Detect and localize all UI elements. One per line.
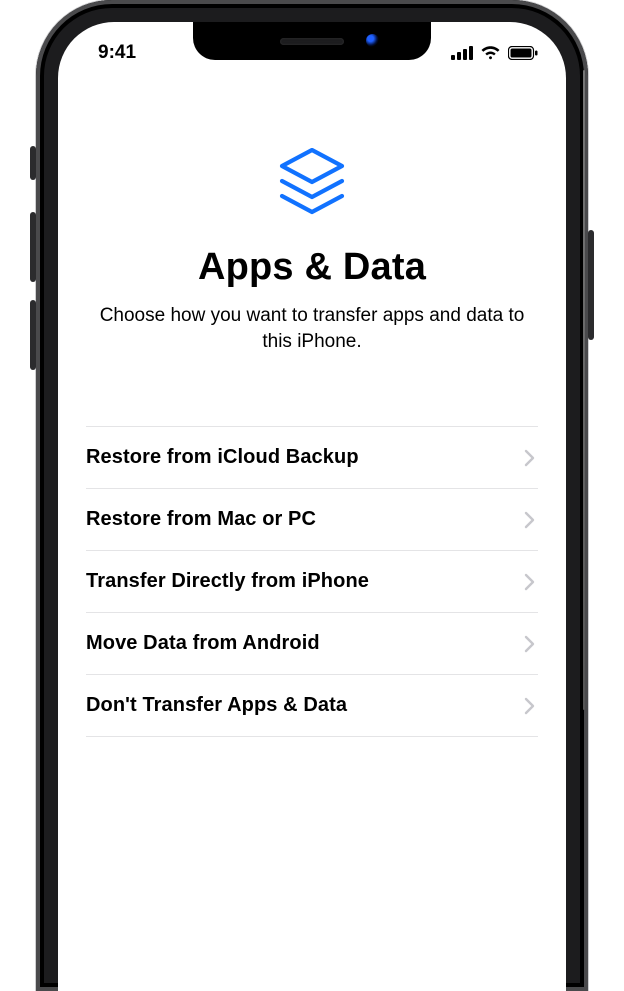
page-title: Apps & Data <box>86 246 538 289</box>
option-restore-icloud[interactable]: Restore from iCloud Backup <box>86 427 538 489</box>
option-dont-transfer[interactable]: Don't Transfer Apps & Data <box>86 675 538 737</box>
transfer-options-list: Restore from iCloud Backup Restore from … <box>86 426 538 737</box>
side-button <box>588 230 594 340</box>
chevron-right-icon <box>524 635 536 653</box>
option-label: Restore from iCloud Backup <box>86 446 359 469</box>
option-label: Don't Transfer Apps & Data <box>86 694 347 717</box>
volume-down-button <box>30 300 36 370</box>
status-icons <box>451 36 538 60</box>
iphone-device-frame: 9:41 <box>36 0 588 991</box>
apps-and-data-screen: Apps & Data Choose how you want to trans… <box>58 74 566 737</box>
chevron-right-icon <box>524 573 536 591</box>
option-label: Restore from Mac or PC <box>86 508 316 531</box>
notch <box>193 22 431 60</box>
chevron-right-icon <box>524 511 536 529</box>
option-label: Transfer Directly from iPhone <box>86 570 369 593</box>
mute-switch <box>30 146 36 180</box>
volume-up-button <box>30 212 36 282</box>
option-transfer-iphone[interactable]: Transfer Directly from iPhone <box>86 551 538 613</box>
chevron-right-icon <box>524 697 536 715</box>
option-restore-mac-pc[interactable]: Restore from Mac or PC <box>86 489 538 551</box>
status-time: 9:41 <box>92 32 136 64</box>
battery-icon <box>508 46 538 60</box>
earpiece-speaker <box>280 38 344 45</box>
option-label: Move Data from Android <box>86 632 320 655</box>
layers-icon <box>86 148 538 218</box>
option-move-android[interactable]: Move Data from Android <box>86 613 538 675</box>
screen: 9:41 <box>58 22 566 991</box>
cellular-icon <box>451 46 473 60</box>
wifi-icon <box>480 46 501 60</box>
page-subtitle: Choose how you want to transfer apps and… <box>86 303 538 354</box>
chevron-right-icon <box>524 449 536 467</box>
front-camera <box>366 34 379 47</box>
